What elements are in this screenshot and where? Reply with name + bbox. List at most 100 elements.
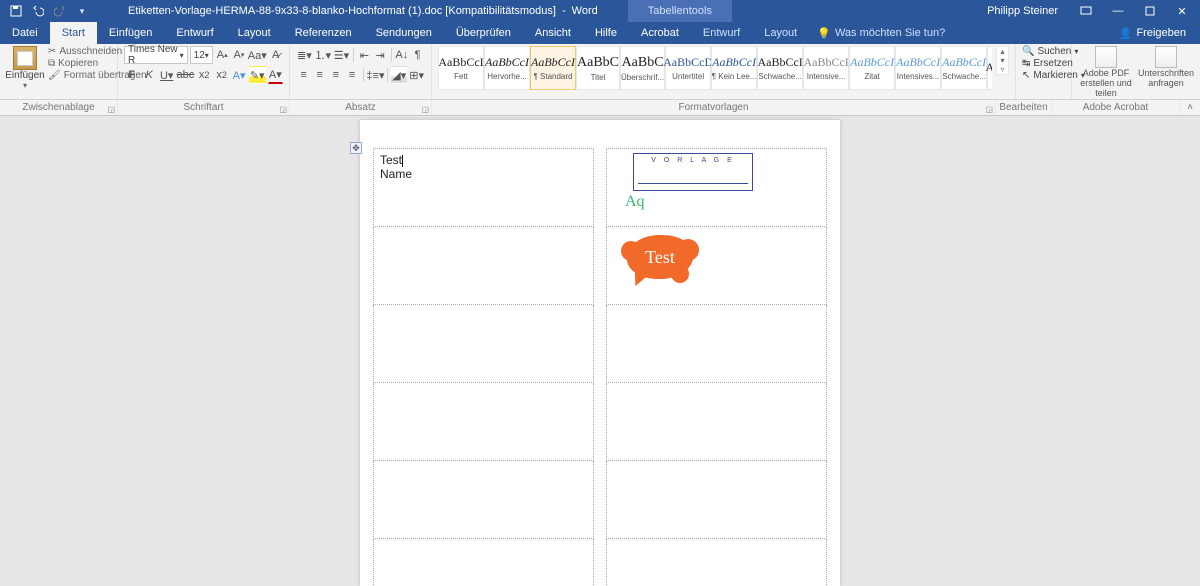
table-cell[interactable]: Test Name [374,149,594,227]
tab-insert[interactable]: Einfügen [97,22,164,44]
cell-text: Name [380,167,587,181]
subscript-icon[interactable]: x2 [196,66,211,84]
tab-view[interactable]: Ansicht [523,22,583,44]
multilevel-icon[interactable]: ☰▾ [333,46,350,64]
style-tile[interactable]: AaBbCcI¶ Standard [530,46,576,90]
justify-icon[interactable]: ≡ [344,66,359,84]
replace-icon: ↹ [1022,58,1030,69]
underline-icon[interactable]: U▾ [159,66,174,84]
minimize-icon[interactable]: — [1108,1,1128,21]
table-cell[interactable]: Test [607,227,827,305]
group-label-styles: Formatvorlagen◲ [432,100,996,115]
replace-button[interactable]: ↹Ersetzen [1022,58,1065,69]
style-tile[interactable]: AaBbCcI¶ Kein Lee... [711,46,757,90]
tab-table-layout[interactable]: Layout [752,22,809,44]
tab-mailings[interactable]: Sendungen [364,22,444,44]
table-move-handle-icon[interactable]: ✥ [350,142,362,154]
bold-icon[interactable]: F [124,66,139,84]
close-icon[interactable]: ✕ [1172,1,1192,21]
change-case-icon[interactable]: Aa▾ [248,46,266,64]
share-button[interactable]: 👤Freigeben [1105,22,1200,44]
style-tile[interactable]: AaBbCcIIntensive... [803,46,849,90]
bullets-icon[interactable]: ≣▾ [296,46,313,64]
sort-icon[interactable]: A↓ [394,46,409,64]
adobe-request-sign-button[interactable]: Unterschriften anfragen [1138,46,1194,89]
table-cell[interactable]: V O R L A G E Aq [607,149,827,227]
grow-font-icon[interactable]: A▴ [215,46,230,64]
collapse-ribbon-icon[interactable]: ˄ [1180,100,1200,115]
table-cell[interactable] [607,539,827,586]
shading-icon[interactable]: ◢▾ [391,66,407,84]
font-size-select[interactable]: 12▾ [190,46,213,64]
style-tile[interactable]: AaBbCcIHervorhe... [484,46,530,90]
table-cell[interactable] [374,227,594,305]
tab-review[interactable]: Überprüfen [444,22,523,44]
style-tile[interactable]: AABBCC [987,46,992,90]
paste-button[interactable]: Einfügen ▾ [6,46,44,90]
font-color-icon[interactable]: A▾ [268,66,283,84]
launcher-icon[interactable]: ◲ [107,105,115,114]
table-cell[interactable] [607,461,827,539]
styles-gallery[interactable]: AaBbCcIFettAaBbCcIHervorhe...AaBbCcI¶ St… [438,46,992,90]
maximize-icon[interactable] [1140,1,1160,21]
align-right-icon[interactable]: ≡ [328,66,343,84]
pilcrow-icon[interactable]: ¶ [410,46,425,64]
speech-bubble: Test [627,235,693,279]
save-icon[interactable] [8,3,24,19]
style-tile[interactable]: AaBbCcDUntertitel [665,46,711,90]
label-table[interactable]: Test Name V O R L A G E Aq Test [373,148,827,586]
line-spacing-icon[interactable]: ‡≡▾ [366,66,384,84]
table-cell[interactable] [374,461,594,539]
user-name[interactable]: Philipp Steiner [987,1,1058,21]
numbering-icon[interactable]: ⒈▾ [314,46,332,64]
superscript-icon[interactable]: x2 [214,66,229,84]
launcher-icon[interactable]: ◲ [421,105,429,114]
italic-icon[interactable]: K [141,66,156,84]
tab-acrobat[interactable]: Acrobat [629,22,691,44]
ribbon: Einfügen ▾ ✂Ausschneiden ⧉Kopieren 🖌Form… [0,44,1200,100]
highlight-icon[interactable]: ✎▾ [249,66,266,84]
select-button[interactable]: ↖Markieren▾ [1022,70,1065,81]
strike-icon[interactable]: abc [176,66,194,84]
tab-start[interactable]: Start [50,22,97,44]
style-tile[interactable]: AaBbCTitel [576,46,620,90]
table-cell[interactable] [374,539,594,586]
shrink-font-icon[interactable]: A▾ [232,46,247,64]
table-cell[interactable] [607,383,827,461]
qat-customize-icon[interactable]: ▾ [74,3,90,19]
increase-indent-icon[interactable]: ⇥ [373,46,388,64]
styles-more-icon[interactable]: ▴▾▿ [996,46,1009,75]
document-area[interactable]: ✥ Test Name V O R L A G E Aq Test [0,116,1200,586]
vorlage-box: V O R L A G E [633,153,753,191]
redo-icon[interactable] [52,3,68,19]
ribbon-display-icon[interactable] [1076,1,1096,21]
tab-file[interactable]: Datei [0,22,50,44]
launcher-icon[interactable]: ◲ [985,105,993,114]
tab-table-design[interactable]: Entwurf [691,22,752,44]
tab-help[interactable]: Hilfe [583,22,629,44]
tab-layout[interactable]: Layout [226,22,283,44]
text-effects-icon[interactable]: A▾ [231,66,246,84]
tab-design[interactable]: Entwurf [164,22,225,44]
find-button[interactable]: 🔍Suchen▾ [1022,46,1065,57]
tab-references[interactable]: Referenzen [283,22,364,44]
style-tile[interactable]: AaBbCcIIntensives... [895,46,941,90]
clear-format-icon[interactable]: A̷ [268,46,283,64]
style-tile[interactable]: AaBbCÜberschrif... [620,46,665,90]
style-tile[interactable]: AaBbCcISchwache... [941,46,987,90]
undo-icon[interactable] [30,3,46,19]
borders-icon[interactable]: ⊞▾ [408,66,425,84]
launcher-icon[interactable]: ◲ [279,105,287,114]
adobe-create-share-button[interactable]: Adobe PDF erstellen und teilen [1078,46,1134,99]
align-left-icon[interactable]: ≡ [296,66,311,84]
table-cell[interactable] [374,383,594,461]
style-tile[interactable]: AaBbCcIFett [438,46,484,90]
table-cell[interactable] [374,305,594,383]
decrease-indent-icon[interactable]: ⇤ [357,46,372,64]
font-name-select[interactable]: Times New R▾ [124,46,188,64]
style-tile[interactable]: AaBbCcIZitat [849,46,895,90]
style-tile[interactable]: AaBbCcISchwache... [757,46,803,90]
table-cell[interactable] [607,305,827,383]
align-center-icon[interactable]: ≡ [312,66,327,84]
tell-me[interactable]: 💡Was möchten Sie tun? [817,22,945,44]
